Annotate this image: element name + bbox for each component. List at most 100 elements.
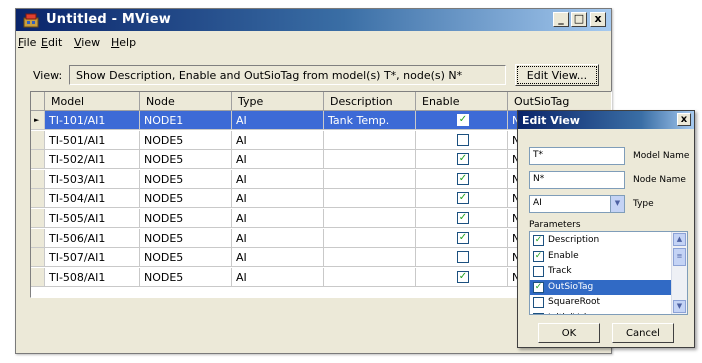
cell-description[interactable]: [324, 228, 416, 248]
cell-model[interactable]: TI-503/AI1: [45, 169, 140, 189]
cell-enable[interactable]: ✓: [416, 209, 508, 228]
edit-view-button[interactable]: Edit View...: [515, 64, 599, 86]
chevron-down-icon[interactable]: ▼: [610, 196, 624, 212]
enable-checkbox[interactable]: ✓: [457, 212, 469, 224]
enable-checkbox[interactable]: ✓: [457, 114, 469, 126]
cell-node[interactable]: NODE1: [140, 111, 232, 130]
row-selector[interactable]: [31, 130, 45, 150]
scroll-up-icon[interactable]: ▲: [673, 233, 686, 246]
cell-enable[interactable]: [416, 130, 508, 150]
cell-enable[interactable]: ✓: [416, 150, 508, 170]
column-header-model[interactable]: Model: [45, 92, 140, 111]
column-header-outsiotag[interactable]: OutSioTag: [508, 92, 611, 111]
cell-type[interactable]: AI: [232, 150, 324, 170]
cell-type[interactable]: AI: [232, 189, 324, 209]
parameters-list[interactable]: ✓ Description ✓ Enable Track ✓ OutSioTag Square…: [529, 231, 688, 315]
enable-checkbox[interactable]: ✓: [457, 153, 469, 166]
parameter-checkbox[interactable]: ✓: [533, 250, 544, 262]
maximize-button[interactable]: □: [571, 12, 587, 27]
cell-enable[interactable]: ✓: [416, 267, 508, 287]
parameter-item[interactable]: ✓ Description: [530, 233, 672, 248]
dialog-title-bar[interactable]: Edit View x: [518, 111, 694, 129]
row-selector[interactable]: [31, 267, 45, 287]
parameter-checkbox[interactable]: ✓: [533, 235, 544, 246]
cell-type[interactable]: AI: [232, 111, 324, 130]
enable-checkbox[interactable]: [457, 133, 469, 146]
row-selector[interactable]: [31, 248, 45, 268]
cell-enable[interactable]: ✓: [416, 189, 508, 209]
cell-type[interactable]: AI: [232, 228, 324, 248]
node-name-input[interactable]: N*: [529, 171, 625, 189]
cell-description[interactable]: [324, 130, 416, 150]
cell-node[interactable]: NODE5: [140, 228, 232, 248]
cancel-button[interactable]: Cancel: [612, 323, 674, 343]
parameter-item[interactable]: Track: [530, 264, 672, 279]
minimize-button[interactable]: _: [553, 12, 569, 27]
scroll-thumb[interactable]: ≡: [673, 248, 686, 266]
close-button[interactable]: x: [590, 12, 606, 27]
enable-checkbox[interactable]: ✓: [457, 172, 469, 185]
column-header-node[interactable]: Node: [140, 92, 232, 111]
cell-type[interactable]: AI: [232, 130, 324, 150]
dialog-close-button[interactable]: x: [677, 113, 691, 126]
enable-checkbox[interactable]: [457, 251, 469, 264]
cell-description[interactable]: [324, 209, 416, 228]
cell-description[interactable]: [324, 248, 416, 268]
cell-description[interactable]: [324, 169, 416, 189]
enable-checkbox[interactable]: ✓: [457, 231, 469, 244]
cell-enable[interactable]: ✓: [416, 228, 508, 248]
cell-model[interactable]: TI-101/AI1: [45, 111, 140, 130]
cell-description[interactable]: [324, 189, 416, 209]
cell-model[interactable]: TI-505/AI1: [45, 209, 140, 228]
menu-help[interactable]: Help: [111, 36, 136, 49]
cell-model[interactable]: TI-508/AI1: [45, 267, 140, 287]
cell-type[interactable]: AI: [232, 248, 324, 268]
cell-node[interactable]: NODE5: [140, 130, 232, 150]
cell-model[interactable]: TI-507/AI1: [45, 248, 140, 268]
cell-model[interactable]: TI-501/AI1: [45, 130, 140, 150]
cell-description[interactable]: Tank Temp.: [324, 111, 416, 130]
row-selector[interactable]: ►: [31, 111, 45, 130]
enable-checkbox[interactable]: ✓: [457, 270, 469, 283]
parameter-item[interactable]: ✓ Enable: [530, 249, 672, 264]
cell-node[interactable]: NODE5: [140, 169, 232, 189]
parameter-checkbox[interactable]: [533, 312, 544, 314]
type-select[interactable]: AI ▼: [529, 195, 625, 213]
menu-edit[interactable]: Edit: [41, 36, 62, 49]
model-name-input[interactable]: T*: [529, 147, 625, 165]
parameter-item[interactable]: SquareRoot: [530, 295, 672, 310]
enable-checkbox[interactable]: ✓: [457, 192, 469, 205]
cell-enable[interactable]: ✓: [416, 169, 508, 189]
cell-description[interactable]: [324, 150, 416, 170]
column-header-description[interactable]: Description: [324, 92, 416, 111]
cell-node[interactable]: NODE5: [140, 209, 232, 228]
cell-model[interactable]: TI-504/AI1: [45, 189, 140, 209]
row-selector[interactable]: [31, 228, 45, 248]
parameter-checkbox[interactable]: ✓: [533, 281, 544, 293]
cell-enable[interactable]: [416, 248, 508, 268]
cell-type[interactable]: AI: [232, 267, 324, 287]
cell-node[interactable]: NODE5: [140, 267, 232, 287]
cell-node[interactable]: NODE5: [140, 189, 232, 209]
cell-type[interactable]: AI: [232, 209, 324, 228]
row-selector[interactable]: [31, 150, 45, 170]
cell-type[interactable]: AI: [232, 169, 324, 189]
cell-enable[interactable]: ✓: [416, 111, 508, 130]
cell-node[interactable]: NODE5: [140, 248, 232, 268]
title-bar[interactable]: Untitled - MView _ □ x: [16, 9, 611, 31]
cell-model[interactable]: TI-502/AI1: [45, 150, 140, 170]
row-selector[interactable]: [31, 209, 45, 228]
row-selector[interactable]: [31, 169, 45, 189]
ok-button[interactable]: OK: [538, 323, 600, 343]
cell-model[interactable]: TI-506/AI1: [45, 228, 140, 248]
parameter-checkbox[interactable]: [533, 297, 544, 308]
scroll-down-icon[interactable]: ▼: [673, 300, 686, 313]
parameter-item[interactable]: InitialValue: [530, 311, 672, 314]
column-header-enable[interactable]: Enable: [416, 92, 508, 111]
parameter-item[interactable]: ✓ OutSioTag: [530, 279, 672, 295]
column-header-type[interactable]: Type: [232, 92, 324, 111]
parameters-scrollbar[interactable]: ▲ ≡ ▼: [671, 232, 687, 314]
menu-view[interactable]: View: [74, 36, 100, 49]
parameter-checkbox[interactable]: [533, 266, 544, 277]
cell-node[interactable]: NODE5: [140, 150, 232, 170]
